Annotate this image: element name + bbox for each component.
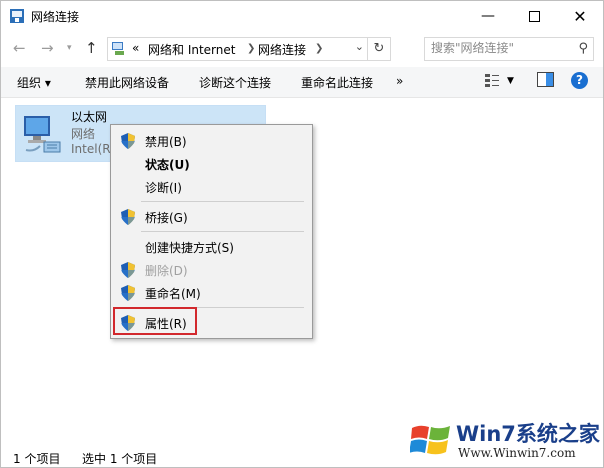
menu-item-label: 重命名(M) (145, 287, 201, 301)
item-count: 1 个项目 (13, 452, 61, 466)
network-connections-app-icon (10, 9, 24, 23)
maximize-button[interactable] (511, 1, 557, 31)
menu-item-label: 删除(D) (145, 264, 188, 278)
uac-shield-icon (121, 133, 135, 149)
menu-item-label: 禁用(B) (145, 135, 187, 149)
uac-shield-icon (121, 209, 135, 225)
breadcrumb-separator-icon[interactable]: ❯ (247, 43, 255, 54)
menu-item-rename[interactable]: 重命名(M) (111, 282, 312, 304)
network-folder-icon (112, 42, 124, 55)
rename-connection-button[interactable]: 重命名此连接 (301, 74, 373, 91)
preview-pane-icon[interactable] (537, 72, 554, 87)
organize-menu-button[interactable]: 组织 ▾ (17, 74, 51, 91)
selected-count: 选中 1 个项目 (82, 452, 158, 466)
change-view-icon[interactable] (484, 72, 500, 88)
menu-item-bridge[interactable]: 桥接(G) (111, 206, 312, 228)
more-commands-button[interactable]: » (396, 74, 403, 88)
title-bar: 网络连接 — ✕ (1, 1, 603, 31)
breadcrumb-network-internet[interactable]: 网络和 Internet (148, 41, 235, 58)
address-row: ← → ▾ ↑ « 网络和 Internet ❯ 网络连接 ❯ ⌄ ↻ ⚲ (1, 33, 603, 63)
breadcrumb-separator-icon[interactable]: ❯ (315, 43, 323, 54)
menu-separator (141, 201, 304, 202)
explorer-window: 网络连接 — ✕ ← → ▾ ↑ « 网络和 Internet ❯ 网络连接 ❯… (0, 0, 604, 468)
menu-item-delete: 删除(D) (111, 259, 312, 281)
connection-adapter: Intel(R) (71, 142, 116, 156)
up-arrow-icon[interactable]: ↑ (85, 39, 98, 57)
maximize-icon (528, 10, 540, 22)
window-title: 网络连接 (31, 10, 80, 24)
search-box[interactable]: ⚲ (424, 37, 594, 61)
close-button[interactable]: ✕ (557, 1, 603, 31)
menu-separator (141, 231, 304, 232)
back-arrow-icon[interactable]: ← (13, 39, 26, 57)
site-watermark: Win7系统之家 Www.Winwin7.com (406, 414, 602, 466)
windows-logo-icon (410, 425, 450, 455)
properties-highlight-box (113, 307, 197, 335)
menu-item-status[interactable]: 状态(U) (111, 153, 312, 175)
menu-item-disable[interactable]: 禁用(B) (111, 130, 312, 152)
address-history-chevron-icon[interactable]: ⌄ (355, 40, 364, 53)
forward-arrow-icon[interactable]: → (41, 39, 54, 57)
menu-item-label: 创建快捷方式(S) (145, 241, 234, 255)
ethernet-adapter-icon (24, 116, 61, 153)
breadcrumb-overflow[interactable]: « (132, 41, 139, 55)
menu-item-label: 状态(U) (145, 158, 190, 172)
help-icon[interactable]: ? (571, 72, 588, 89)
breadcrumb-network-connections[interactable]: 网络连接 (258, 41, 306, 58)
watermark-url: Www.Winwin7.com (458, 446, 576, 460)
address-bar[interactable]: « 网络和 Internet ❯ 网络连接 ❯ ⌄ ↻ (107, 37, 391, 61)
minimize-button[interactable]: — (465, 1, 511, 31)
menu-item-label: 诊断(I) (145, 181, 182, 195)
minimize-icon: — (481, 8, 495, 24)
connection-network: 网络 (71, 127, 96, 141)
connection-name: 以太网 (71, 110, 108, 124)
search-input[interactable] (431, 41, 561, 55)
menu-item-label: 桥接(G) (145, 211, 188, 225)
uac-shield-icon (121, 262, 135, 278)
view-options-chevron-icon[interactable]: ▼ (507, 76, 514, 86)
watermark-brand: Win7系统之家 (456, 422, 600, 446)
diagnose-connection-button[interactable]: 诊断这个连接 (199, 74, 271, 91)
close-icon: ✕ (573, 6, 587, 26)
menu-item-create-shortcut[interactable]: 创建快捷方式(S) (111, 236, 312, 258)
recent-locations-chevron-icon[interactable]: ▾ (67, 43, 72, 53)
search-icon[interactable]: ⚲ (578, 41, 588, 56)
uac-shield-icon (121, 285, 135, 301)
menu-item-diagnose[interactable]: 诊断(I) (111, 176, 312, 198)
refresh-icon[interactable]: ↻ (367, 38, 390, 60)
command-bar: 组织 ▾ 禁用此网络设备 诊断这个连接 重命名此连接 » ▼ ? (1, 67, 603, 98)
disable-device-button[interactable]: 禁用此网络设备 (85, 74, 169, 91)
